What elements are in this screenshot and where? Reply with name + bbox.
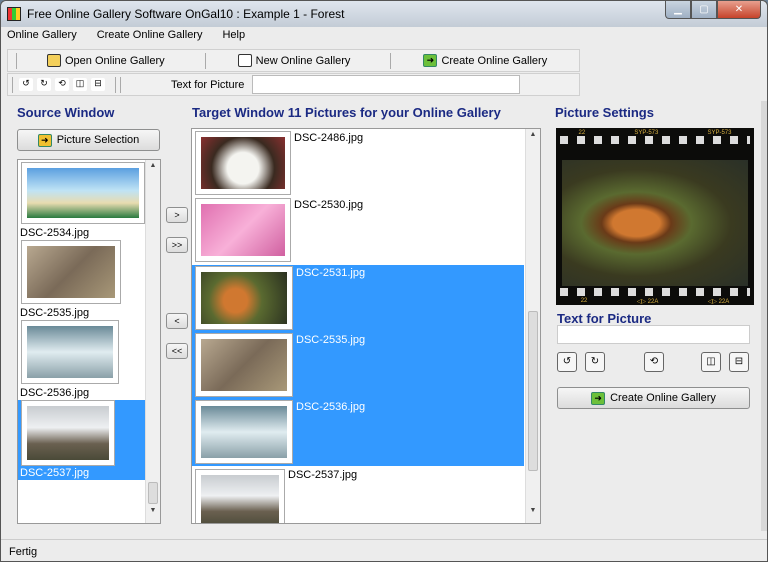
tiger-photo — [562, 160, 748, 286]
target-scrollbar[interactable]: ▲ ▼ — [525, 129, 540, 523]
app-window: Free Online Gallery Software OnGal10 : E… — [0, 0, 768, 562]
target-heading: Target Window 11 Pictures for your Onlin… — [192, 105, 501, 120]
close-button[interactable]: ✕ — [717, 1, 761, 19]
main-toolbar: Open Online Gallery New Online Gallery ➜… — [7, 49, 580, 72]
list-item: DSC-2537.jpg — [20, 467, 90, 479]
list-item[interactable]: DSC-2535.jpg — [20, 307, 89, 319]
rotate-left-button[interactable]: ↺ — [557, 352, 577, 372]
menu-help[interactable]: Help — [222, 29, 245, 41]
list-item: DSC-2535.jpg — [296, 334, 366, 346]
thumbnail — [195, 333, 293, 397]
right-scrollbar[interactable] — [761, 101, 767, 531]
source-heading: Source Window — [17, 105, 115, 120]
create-gallery-toolbar-button[interactable]: ➜ Create Online Gallery — [391, 50, 565, 71]
text-for-picture-heading: Text for Picture — [557, 311, 652, 326]
menu-online-gallery[interactable]: Online Gallery — [7, 29, 77, 41]
remove-all-button[interactable]: << — [166, 343, 188, 359]
open-gallery-button[interactable]: Open Online Gallery — [17, 50, 205, 71]
picture-icon: ➜ — [37, 133, 52, 147]
menu-create-online-gallery[interactable]: Create Online Gallery — [97, 29, 203, 41]
scroll-thumb[interactable] — [528, 311, 538, 471]
arrow-right-icon: ➜ — [591, 391, 606, 405]
list-item[interactable]: DSC-2486.jpg — [294, 132, 363, 144]
folder-icon — [47, 54, 61, 67]
scroll-thumb[interactable] — [148, 482, 158, 504]
remove-button[interactable]: < — [166, 313, 188, 329]
thumbnail — [195, 469, 285, 523]
text-for-picture-toolbar-input[interactable] — [252, 75, 521, 94]
thumbnail — [21, 162, 145, 224]
create-gallery-label: Create Online Gallery — [441, 54, 548, 67]
picture-selection-button[interactable]: ➜ Picture Selection — [17, 129, 160, 151]
thumbnail — [195, 198, 291, 262]
target-list[interactable]: DSC-2486.jpg DSC-2530.jpg DSC-2531.jpg D… — [191, 128, 541, 524]
rotate-right-button[interactable]: ↻ — [585, 352, 605, 372]
crop-button[interactable]: ⊟ — [729, 352, 749, 372]
status-bar: Fertig — [1, 539, 767, 561]
arrow-right-icon: ➜ — [423, 54, 438, 67]
thumbnail — [195, 131, 291, 195]
list-item[interactable]: DSC-2534.jpg — [20, 227, 89, 239]
list-item: DSC-2536.jpg — [296, 401, 366, 413]
rotate-left-icon[interactable]: ↺ — [19, 78, 33, 91]
list-item[interactable]: DSC-2536.jpg — [20, 387, 89, 399]
picture-preview: 22 SYP-573 SYP-573 22 ◁▷ 22A ◁▷ 22A — [556, 128, 754, 305]
new-gallery-button[interactable]: New Online Gallery — [206, 50, 391, 71]
status-text: Fertig — [9, 546, 38, 558]
selected-row[interactable]: DSC-2537.jpg — [18, 400, 146, 480]
new-document-icon — [237, 54, 252, 67]
rotate-right-icon[interactable]: ↻ — [37, 78, 51, 91]
source-scrollbar[interactable]: ▲ ▼ — [145, 160, 160, 523]
settings-heading: Picture Settings — [555, 105, 654, 120]
create-gallery-label: Create Online Gallery — [610, 392, 716, 404]
list-item: DSC-2531.jpg — [296, 267, 366, 279]
crop-icon[interactable]: ⊟ — [91, 78, 105, 91]
selected-rows[interactable]: DSC-2531.jpg DSC-2535.jpg DSC-2536.jpg — [192, 265, 524, 466]
thumbnail — [21, 400, 115, 466]
film-bottom-labels: 22 ◁▷ 22A ◁▷ 22A — [580, 298, 730, 305]
add-all-button[interactable]: >> — [166, 237, 188, 253]
menu-bar: Online Gallery Create Online Gallery Hel… — [7, 29, 245, 41]
thumbnail — [21, 320, 119, 384]
app-icon — [7, 7, 21, 21]
thumbnail — [195, 266, 293, 330]
flip-button[interactable]: ⟲ — [644, 352, 664, 372]
thumbnail — [21, 240, 121, 304]
text-for-picture-label: Text for Picture — [171, 78, 245, 91]
title-bar: Free Online Gallery Software OnGal10 : E… — [1, 1, 767, 27]
window-title: Free Online Gallery Software OnGal10 : E… — [27, 7, 345, 21]
maximize-button[interactable]: ▢ — [691, 1, 717, 19]
new-gallery-label: New Online Gallery — [255, 54, 351, 67]
source-list[interactable]: DSC-2534.jpg DSC-2535.jpg DSC-2536.jpg D… — [17, 159, 161, 524]
flip-icon[interactable]: ⟲ — [55, 78, 69, 91]
text-for-picture-input[interactable] — [557, 325, 750, 344]
create-gallery-button[interactable]: ➜ Create Online Gallery — [557, 387, 750, 409]
picture-selection-label: Picture Selection — [56, 134, 140, 146]
open-gallery-label: Open Online Gallery — [65, 54, 165, 67]
list-item[interactable]: DSC-2537.jpg — [288, 469, 357, 481]
picture-toolbar: ↺ ↻ ⟲ ◫ ⊟ Text for Picture — [7, 73, 580, 96]
mirror-button[interactable]: ◫ — [701, 352, 721, 372]
list-item[interactable]: DSC-2530.jpg — [294, 199, 363, 211]
minimize-button[interactable]: ▁ — [665, 1, 691, 19]
mirror-icon[interactable]: ◫ — [73, 78, 87, 91]
add-button[interactable]: > — [166, 207, 188, 223]
thumbnail — [195, 400, 293, 464]
